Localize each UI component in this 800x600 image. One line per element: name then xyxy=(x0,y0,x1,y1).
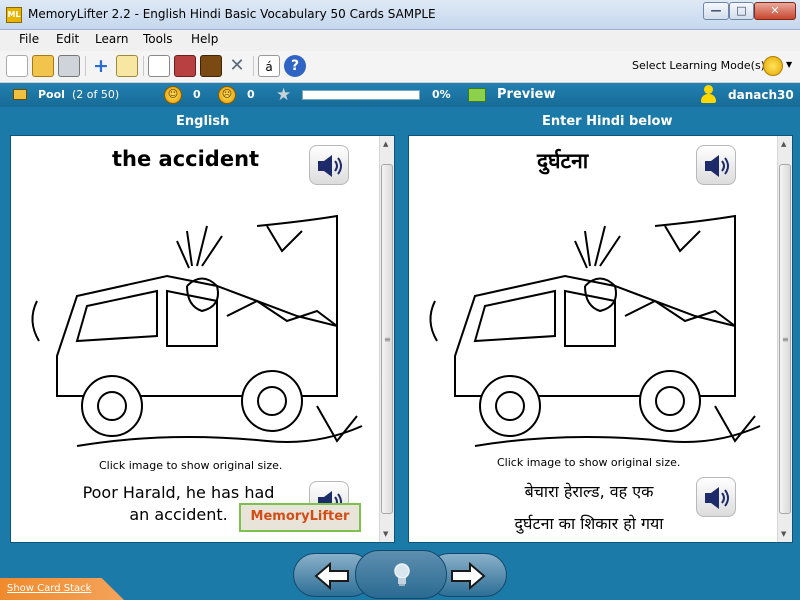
show-card-stack-link[interactable]: Show Card Stack xyxy=(7,583,91,594)
preview-button[interactable]: Preview xyxy=(497,87,556,102)
menu-tools[interactable]: Tools xyxy=(143,32,173,46)
menu-learn[interactable]: Learn xyxy=(95,32,129,46)
edit-icon[interactable] xyxy=(116,55,138,77)
play-word-audio-button[interactable] xyxy=(309,145,349,185)
close-button[interactable]: ✕ xyxy=(754,2,796,20)
show-original-size-hint: Click image to show original size. xyxy=(99,459,283,472)
scroll-thumb[interactable]: ≡ xyxy=(381,164,393,514)
play-sentence-audio-button[interactable] xyxy=(696,477,736,517)
maximize-button[interactable]: □ xyxy=(729,2,754,20)
status-bar: Pool (2 of 50) ☺ 0 ☹ 0 ★ 0% Preview dana… xyxy=(0,83,800,107)
lightbulb-icon xyxy=(394,563,410,586)
new-icon[interactable] xyxy=(6,55,28,77)
answer-card: दुर्घटना Click image to show original si… xyxy=(408,135,793,543)
menu-bar: File Edit Learn Tools Help xyxy=(0,30,800,51)
arrow-right-icon xyxy=(451,562,486,590)
play-word-audio-button[interactable] xyxy=(696,145,736,185)
print-icon[interactable] xyxy=(58,55,80,77)
special-chars-icon[interactable]: á xyxy=(258,55,280,77)
question-card: the accident Click image to show origina… xyxy=(10,135,395,543)
star-icon: ★ xyxy=(276,85,292,105)
learning-mode-gear-icon[interactable] xyxy=(763,56,783,76)
title-bar: ML MemoryLifter 2.2 - English Hindi Basi… xyxy=(0,0,800,30)
example-sentence: बेचारा हेराल्ड, वह एक दुर्घटना का शिकार … xyxy=(439,476,739,540)
example-sentence-line: दुर्घटना का शिकार हो गया xyxy=(514,514,664,533)
accident-illustration[interactable] xyxy=(17,206,367,461)
memorylifter-logo: MemoryLifter xyxy=(239,503,361,532)
select-learning-mode-label[interactable]: Select Learning Mode(s) xyxy=(632,59,765,72)
hint-button[interactable] xyxy=(355,550,447,599)
minimize-button[interactable]: — xyxy=(703,2,729,20)
scroll-down-icon[interactable]: ▼ xyxy=(781,530,786,538)
question-word: the accident xyxy=(112,147,260,171)
wrong-smiley-icon: ☹ xyxy=(218,86,236,104)
correct-count: 0 xyxy=(193,88,201,101)
scroll-up-icon[interactable]: ▲ xyxy=(781,140,786,148)
pool-count: (2 of 50) xyxy=(72,88,120,101)
add-icon[interactable]: + xyxy=(90,55,112,77)
box-icon[interactable] xyxy=(200,55,222,77)
progress-label: 0% xyxy=(432,88,451,101)
answer-scrollbar[interactable]: ▲ ≡ ▼ xyxy=(777,136,792,542)
toolbar-separator xyxy=(143,56,144,76)
pool-icon xyxy=(13,89,27,100)
tools-icon[interactable]: ✕ xyxy=(226,55,248,77)
slideshow-icon[interactable] xyxy=(148,55,170,77)
wrong-count: 0 xyxy=(247,88,255,101)
toolbar-separator xyxy=(253,56,254,76)
toolbar-separator xyxy=(85,56,86,76)
scroll-down-icon[interactable]: ▼ xyxy=(383,530,388,538)
menu-help[interactable]: Help xyxy=(191,32,218,46)
example-sentence-line: बेचारा हेराल्ड, वह एक xyxy=(524,482,654,501)
navigation-bar xyxy=(0,550,800,600)
menu-file[interactable]: File xyxy=(19,32,39,46)
example-sentence-line: Poor Harald, he has had xyxy=(82,483,275,502)
accident-illustration[interactable] xyxy=(415,206,765,461)
scroll-up-icon[interactable]: ▲ xyxy=(383,140,388,148)
user-icon xyxy=(700,85,716,103)
toolbar: + ✕ á ? Select Learning Mode(s) ▼ xyxy=(0,51,800,83)
speaker-icon xyxy=(705,487,729,509)
speaker-icon xyxy=(705,155,729,177)
preview-icon[interactable] xyxy=(468,88,486,102)
username: danach30 xyxy=(728,88,794,102)
question-column-header: English xyxy=(176,114,230,129)
pool-label: Pool xyxy=(38,88,65,101)
speaker-icon xyxy=(318,155,342,177)
answer-column-header: Enter Hindi below xyxy=(542,114,673,129)
stats-icon[interactable] xyxy=(174,55,196,77)
open-icon[interactable] xyxy=(32,55,54,77)
question-scrollbar[interactable]: ▲ ≡ ▼ xyxy=(379,136,394,542)
correct-smiley-icon: ☺ xyxy=(164,86,182,104)
arrow-left-icon xyxy=(314,562,349,590)
show-original-size-hint: Click image to show original size. xyxy=(497,456,681,469)
scroll-thumb[interactable]: ≡ xyxy=(779,164,791,514)
help-icon[interactable]: ? xyxy=(284,55,306,77)
chevron-down-icon[interactable]: ▼ xyxy=(786,60,792,69)
menu-edit[interactable]: Edit xyxy=(56,32,79,46)
window-title: MemoryLifter 2.2 - English Hindi Basic V… xyxy=(28,7,436,21)
progress-bar xyxy=(302,90,420,100)
answer-word: दुर्घटना xyxy=(537,149,589,173)
app-icon: ML xyxy=(6,7,22,23)
learning-area: Pool (2 of 50) ☺ 0 ☹ 0 ★ 0% Preview dana… xyxy=(0,83,800,600)
